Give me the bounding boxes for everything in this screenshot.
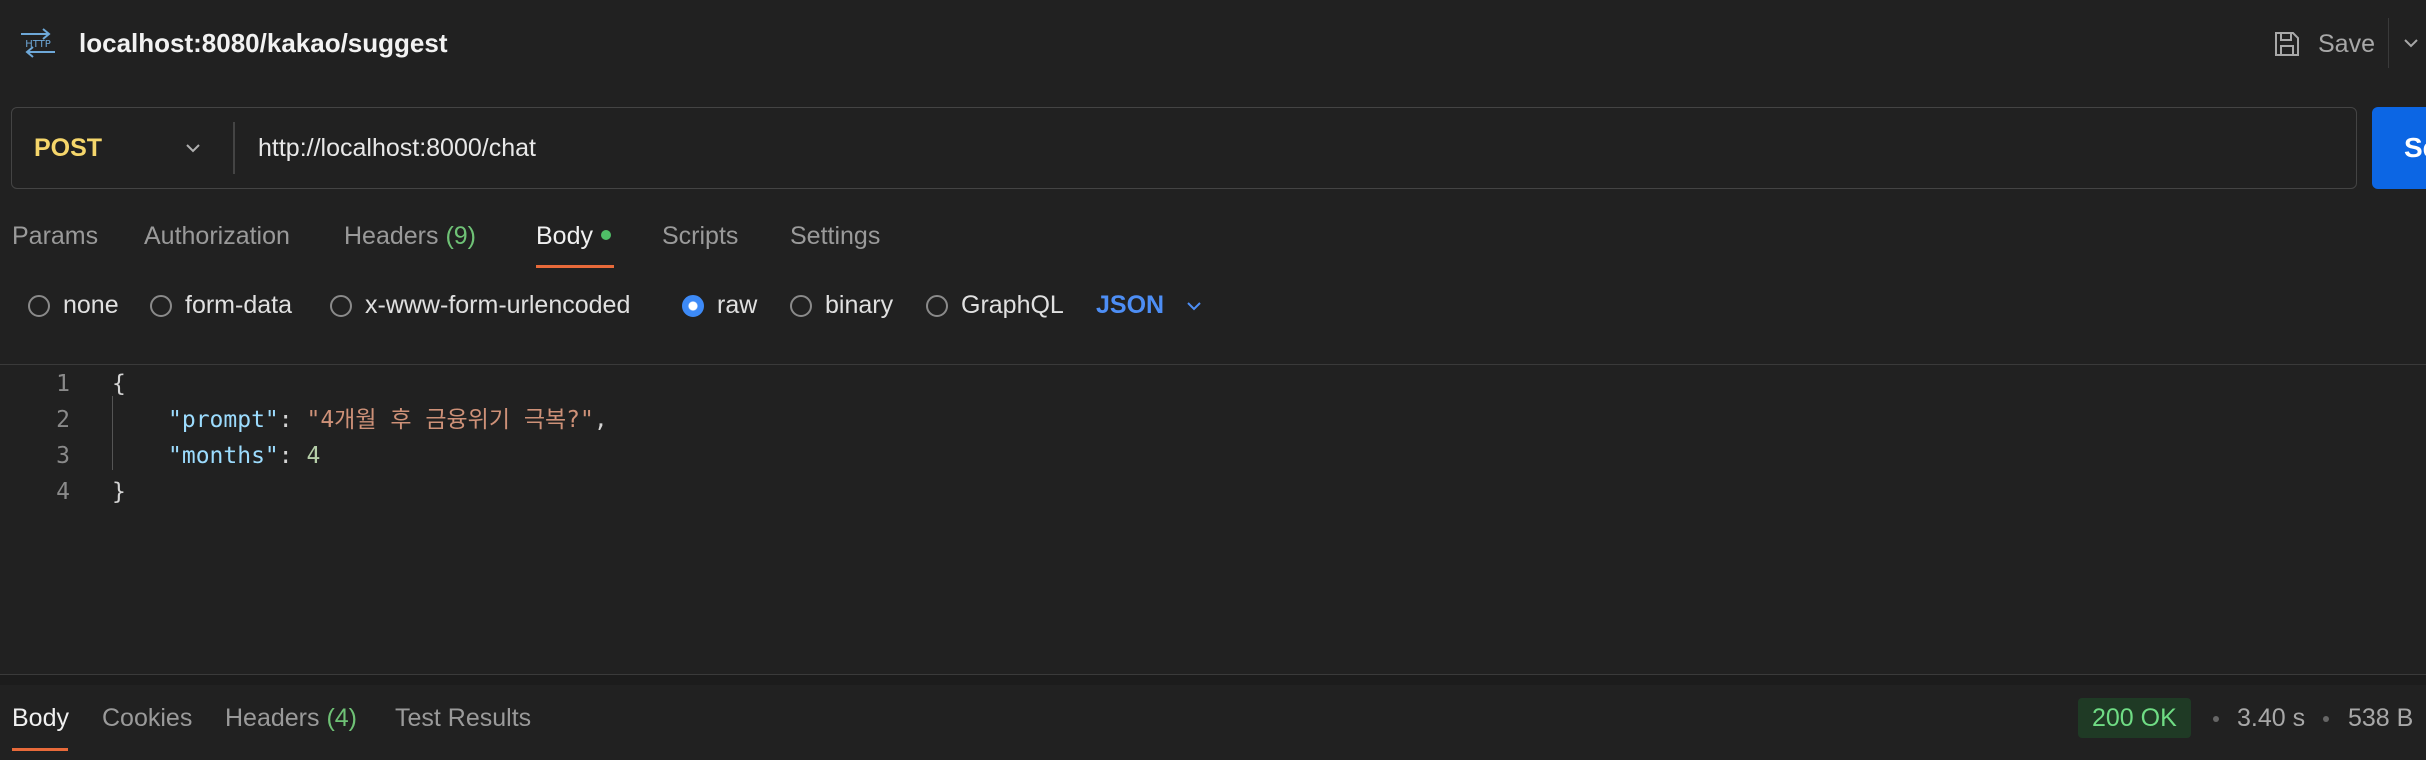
body-editor[interactable]: 1 { 2 "prompt": "4개월 후 금융위기 극복?", 3 "mon… <box>0 366 2426 674</box>
body-format-label: JSON <box>1096 291 1165 319</box>
svg-text:HTTP: HTTP <box>25 39 51 50</box>
status-badge[interactable]: 200 OK <box>2078 698 2191 738</box>
line-number: 2 <box>56 407 70 433</box>
response-tab-headers[interactable]: Headers (4) <box>225 704 357 733</box>
body-type-selector: none form-data x-www-form-urlencoded raw… <box>0 285 2426 333</box>
json-key: "prompt" <box>168 407 279 433</box>
radio-circle[interactable] <box>926 294 948 317</box>
chevron-down-icon <box>186 144 200 153</box>
line-number: 3 <box>56 443 70 469</box>
response-bar: Body Cookies Headers (4) Test Results 20… <box>0 686 2426 760</box>
radio-none[interactable]: none <box>28 291 119 320</box>
indent-guide <box>112 396 113 470</box>
headers-count: (9) <box>445 222 477 250</box>
request-tabs: Params Authorization Headers (9) Body Sc… <box>0 212 2426 272</box>
radio-circle[interactable] <box>28 294 50 317</box>
panel-resize-handle[interactable] <box>0 675 2426 685</box>
save-button[interactable]: Save <box>2272 24 2375 64</box>
separator-dot <box>2213 716 2219 722</box>
url-input[interactable] <box>258 108 2318 188</box>
radio-x-www-form-urlencoded[interactable]: x-www-form-urlencoded <box>330 291 630 320</box>
method-select[interactable]: POST <box>12 108 234 188</box>
line-number: 4 <box>56 479 70 505</box>
radio-circle[interactable] <box>330 294 352 317</box>
save-label: Save <box>2318 29 2375 58</box>
request-title[interactable]: localhost:8080/kakao/suggest <box>79 26 447 60</box>
radio-circle-checked[interactable] <box>682 294 704 317</box>
save-options-chevron-down-icon[interactable] <box>2400 32 2422 54</box>
editor-line: 4 } <box>0 474 2426 510</box>
active-tab-indicator <box>12 748 68 751</box>
tab-params[interactable]: Params <box>12 222 98 251</box>
editor-line: 3 "months": 4 <box>0 438 2426 474</box>
send-button[interactable]: Send <box>2372 107 2426 189</box>
response-tab-cookies[interactable]: Cookies <box>102 704 192 733</box>
radio-binary[interactable]: binary <box>790 291 893 320</box>
radio-circle[interactable] <box>150 294 172 317</box>
divider <box>0 364 2426 365</box>
response-time[interactable]: 3.40 s <box>2237 704 2305 733</box>
response-headers-count: (4) <box>326 704 358 732</box>
tab-headers[interactable]: Headers (9) <box>344 222 476 251</box>
tab-scripts[interactable]: Scripts <box>662 222 738 251</box>
radio-circle[interactable] <box>790 294 812 317</box>
url-bar: POST <box>11 107 2357 189</box>
json-string-value: "4개월 후 금융위기 극복?" <box>306 407 594 433</box>
response-tab-body[interactable]: Body <box>12 704 69 733</box>
tab-authorization[interactable]: Authorization <box>144 222 290 251</box>
response-tab-test-results[interactable]: Test Results <box>395 704 531 733</box>
radio-form-data[interactable]: form-data <box>150 291 292 320</box>
title-bar: HTTP localhost:8080/kakao/suggest Save <box>0 0 2426 86</box>
editor-line: 1 { <box>0 366 2426 402</box>
tab-settings[interactable]: Settings <box>790 222 880 251</box>
body-format-select[interactable]: JSON <box>1096 291 1204 320</box>
separator-dot <box>2323 716 2329 722</box>
save-icon <box>2275 32 2299 56</box>
save-split-divider <box>2388 18 2389 68</box>
json-key: "months" <box>168 443 279 469</box>
json-number-value: 4 <box>306 443 321 469</box>
response-size[interactable]: 538 B <box>2348 704 2413 733</box>
line-number: 1 <box>56 371 70 397</box>
editor-line: 2 "prompt": "4개월 후 금융위기 극복?", <box>0 402 2426 438</box>
http-request-icon: HTTP <box>21 28 55 58</box>
active-tab-indicator <box>536 265 614 268</box>
radio-graphql[interactable]: GraphQL <box>926 291 1064 320</box>
url-divider <box>233 122 235 174</box>
radio-raw[interactable]: raw <box>682 291 757 320</box>
method-label: POST <box>34 133 103 162</box>
tab-body[interactable]: Body <box>536 222 611 251</box>
chevron-down-icon <box>1187 301 1201 310</box>
body-modified-dot <box>600 230 611 241</box>
